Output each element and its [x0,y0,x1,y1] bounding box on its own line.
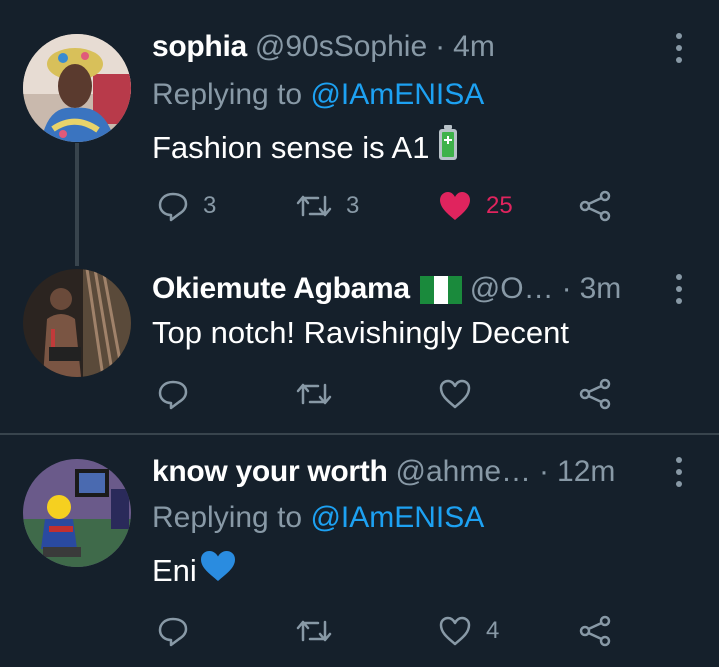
retweet-count: 3 [346,192,360,219]
tweet-text: Fashion sense is A1 [152,125,459,171]
heart-filled-icon [440,192,470,220]
tweet-header: sophia @90sSophie · 4m [152,27,659,67]
nigeria-flag-icon [419,275,462,304]
avatar-sophia[interactable] [23,34,131,142]
battery-icon [437,125,459,171]
tweet-text: Top notch! Ravishingly Decent [152,313,569,353]
reply-button[interactable] [157,611,203,651]
retweet-icon [296,383,332,405]
heart-outline-icon [439,379,471,409]
mention-link[interactable]: @IAmENISA [310,78,484,111]
timestamp[interactable]: 12m [557,452,615,492]
avatar-know-your-worth[interactable] [23,459,131,567]
user-handle[interactable]: @90sSophie [255,27,427,67]
share-icon [579,378,611,410]
tweet-actions: 3 3 25 [0,186,719,226]
reply-icon [158,192,188,222]
user-handle[interactable]: @O… [470,269,554,309]
more-options-icon[interactable] [673,274,685,304]
reply-feed: sophia @90sSophie · 4m Replying to @IAmE… [0,0,719,667]
reply-button[interactable] [157,374,203,414]
timestamp[interactable]: 3m [580,269,622,309]
separator-dot: · [435,30,446,63]
tweet-okiemute[interactable]: Okiemute Agbama @O… · 3m Top notch! Ravi… [0,260,719,435]
user-handle[interactable]: @ahme… [396,452,532,492]
replying-prefix: Replying to [152,78,311,111]
tweet-header: know your worth @ahme… · 12m [152,452,659,492]
separator-dot: · [561,272,572,305]
retweet-icon [296,195,332,217]
mention-link[interactable]: @IAmENISA [310,501,484,534]
tweet-text-content: Eni [152,553,197,588]
heart-outline-icon [439,616,471,646]
reply-icon [158,380,188,410]
display-name[interactable]: sophia [152,27,247,67]
tweet-text-content: Top notch! Ravishingly Decent [152,315,570,350]
separator-dot: · [539,455,550,488]
like-button[interactable] [438,374,486,414]
share-icon [579,615,611,647]
avatar-okiemute[interactable] [23,269,131,377]
reply-count: 3 [203,192,217,219]
share-button[interactable] [579,186,611,226]
timestamp[interactable]: 4m [453,27,495,67]
blue-heart-icon [199,549,237,593]
like-count: 4 [486,617,500,644]
retweet-button[interactable]: 3 [296,186,359,226]
retweet-button[interactable] [296,374,346,414]
tweet-text: Eni [152,549,237,593]
display-name[interactable]: know your worth [152,452,388,492]
share-button[interactable] [579,611,611,651]
like-button[interactable]: 25 [438,186,513,226]
tweet-actions: 4 [0,611,719,651]
retweet-button[interactable] [296,611,346,651]
share-button[interactable] [579,374,611,414]
more-options-icon[interactable] [673,33,685,63]
tweet-actions [0,374,719,414]
replying-prefix: Replying to [152,501,311,534]
tweet-text-content: Fashion sense is A1 [152,130,430,165]
like-count: 25 [486,192,513,219]
reply-icon [158,617,188,647]
share-icon [579,190,611,222]
tweet-know-your-worth[interactable]: know your worth @ahme… · 12m Replying to… [0,435,719,667]
tweet-header: Okiemute Agbama @O… · 3m [152,269,659,309]
retweet-icon [296,620,332,642]
tweet-sophia[interactable]: sophia @90sSophie · 4m Replying to @IAmE… [0,0,719,266]
display-name[interactable]: Okiemute Agbama [152,269,410,309]
replying-to: Replying to @IAmENISA [152,75,484,115]
replying-to: Replying to @IAmENISA [152,498,484,538]
more-options-icon[interactable] [673,457,685,487]
like-button[interactable]: 4 [438,611,499,651]
reply-button[interactable]: 3 [157,186,216,226]
